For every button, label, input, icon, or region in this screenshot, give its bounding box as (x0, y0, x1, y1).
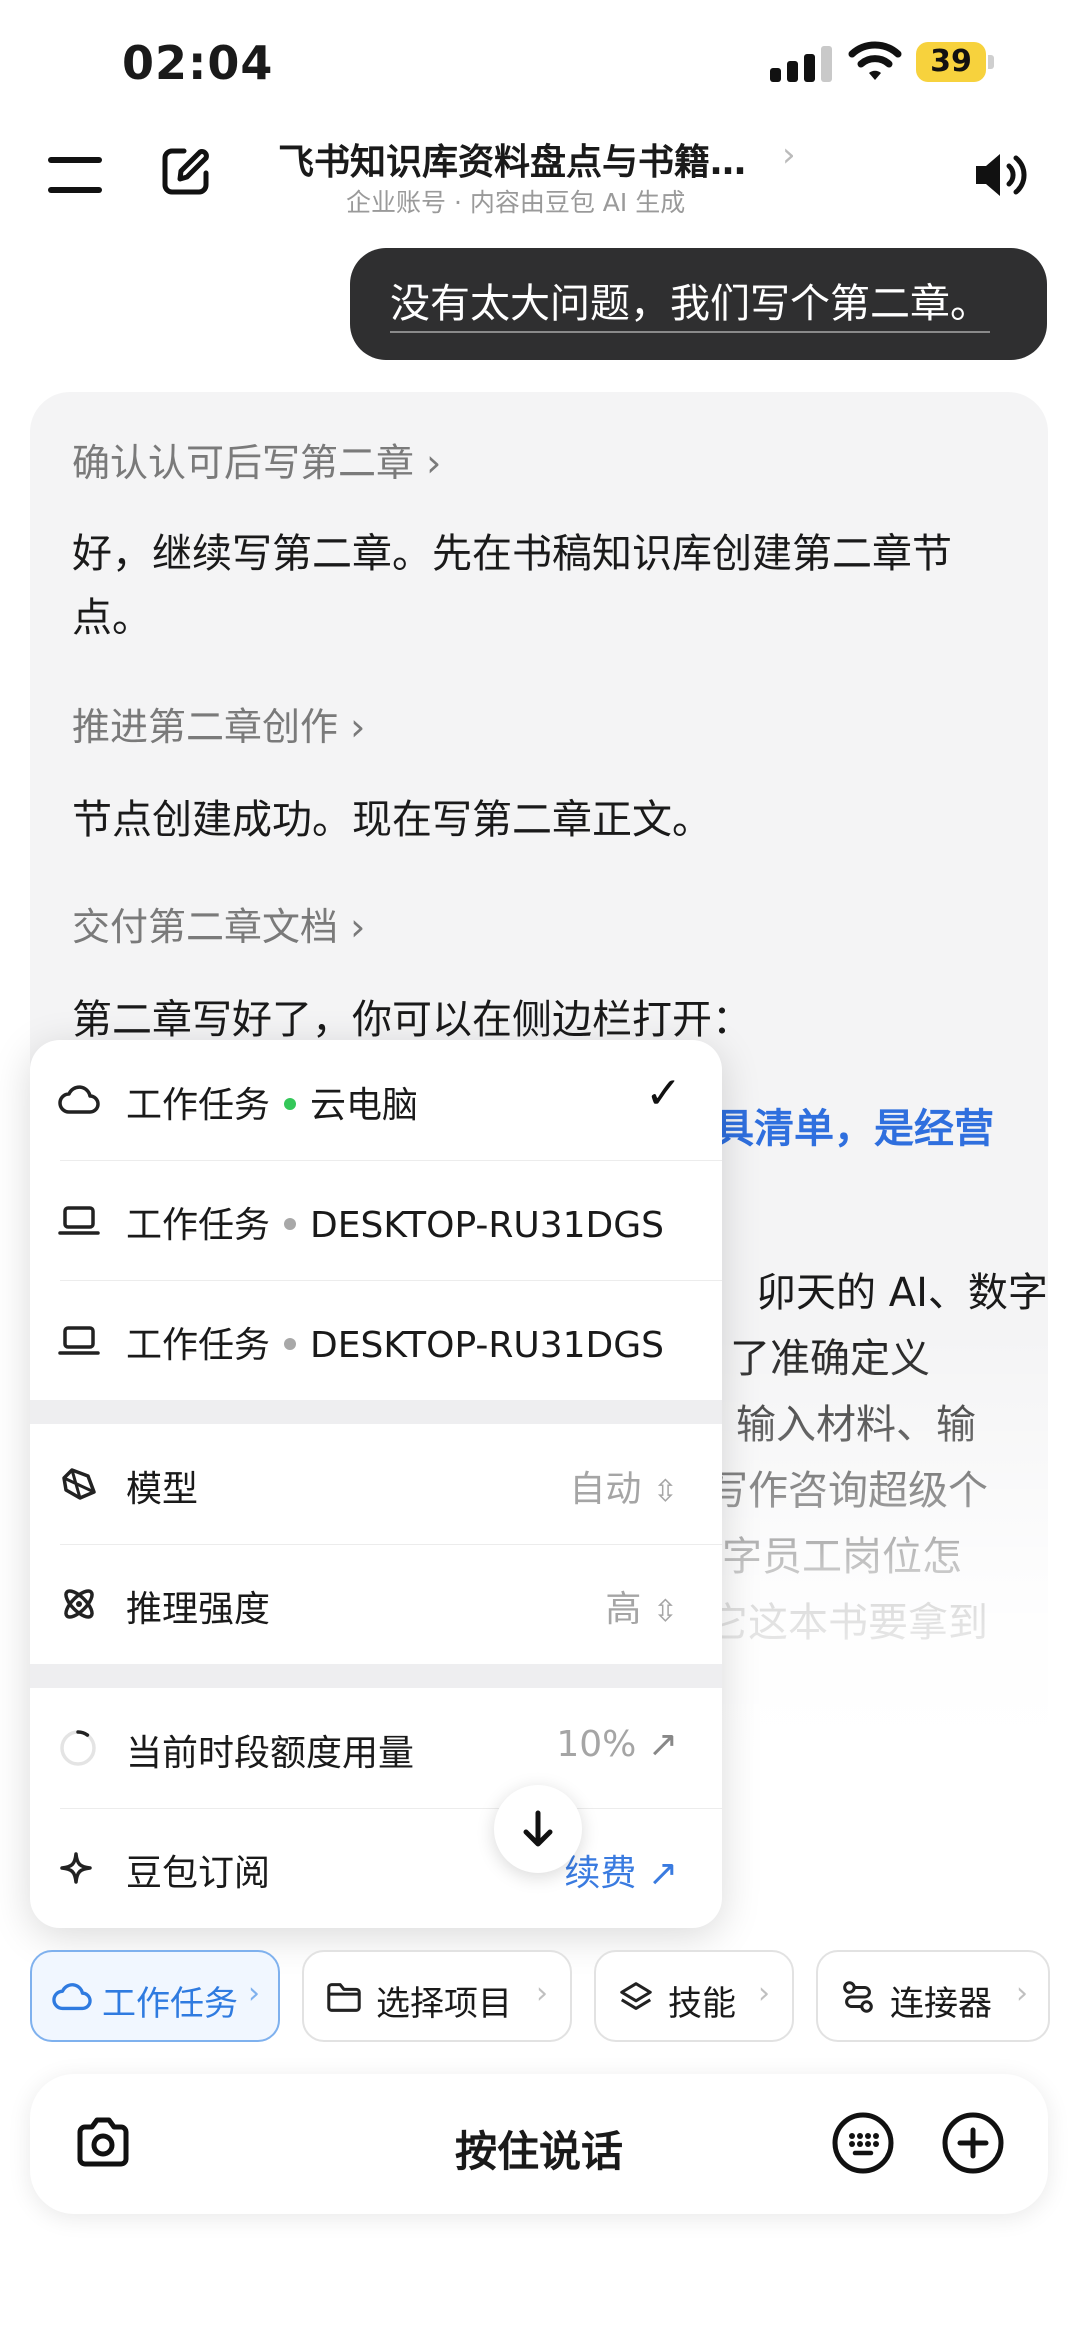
tool-chips: 工作任务 › 选择项目 › 技能 › 连接器 › (30, 1950, 1080, 2042)
arrow-down-icon (523, 1810, 553, 1847)
chip-label: 技能 (668, 1984, 736, 2024)
cloud-icon (58, 1080, 100, 1120)
conversation-title[interactable]: 飞书知识库资料盘点与书籍… (278, 133, 746, 185)
document-link[interactable]: 具清单，是经营 (714, 1096, 994, 1154)
ai-text-line: 了准确定义 (730, 1336, 930, 1382)
chevron-right-icon: › (1016, 1976, 1028, 2011)
workspace-label: 工作任务 (126, 1085, 271, 1126)
status-time: 02:04 (122, 36, 274, 90)
model-settings-group: 模型 自动 ⇳ 推理强度 高 ⇳ (30, 1424, 722, 1664)
chip-label: 工作任务 (102, 1984, 238, 2024)
chip-skills[interactable]: 技能 › (594, 1950, 794, 2042)
chevron-right-icon: › (758, 1976, 770, 2011)
usage-progress-icon (58, 1728, 100, 1768)
chip-select-project[interactable]: 选择项目 › (302, 1950, 572, 2042)
workspace-popover: 工作任务 云电脑 ✓ 工作任务 DESKTOP-RU31DGS 工作任务 DESKTO… (30, 1040, 722, 1928)
external-arrow-icon: ↗ (647, 1724, 678, 1765)
chevron-updown-icon: ⇳ (652, 1594, 678, 1629)
chevron-right-icon: › (248, 1976, 260, 2011)
offline-status-dot (284, 1218, 297, 1230)
status-bar: 02:04 39 (0, 0, 1080, 130)
model-label: 模型 (126, 1469, 199, 1510)
ai-paragraph: 好，继续写第二章。先在书稿知识库创建第二章节点。 (72, 531, 952, 641)
check-icon: ✓ (645, 1068, 682, 1119)
plus-icon[interactable] (940, 2110, 1006, 2176)
ai-text-line: 写作咨询超级个 (708, 1468, 988, 1514)
usage-label: 当前时段额度用量 (126, 1733, 415, 1774)
signal-icon (770, 46, 834, 82)
external-arrow-icon: ↗ (647, 1853, 678, 1894)
online-status-dot (284, 1098, 297, 1110)
model-setting[interactable]: 模型 自动 ⇳ (30, 1424, 722, 1544)
workspace-target: DESKTOP-RU31DGS (310, 1325, 665, 1366)
scroll-to-bottom-button[interactable] (494, 1785, 582, 1873)
ai-text-line: 输入材料、输 (736, 1402, 976, 1448)
ai-paragraph: 节点创建成功。现在写第二章正文。 (72, 797, 712, 843)
ai-text-line: 它这本书要拿到 (708, 1600, 988, 1646)
keyboard-icon[interactable] (830, 2110, 896, 2176)
model-value: 自动 (569, 1469, 642, 1510)
user-message-bubble[interactable]: 没有太大问题，我们写个第二章。 (350, 248, 1047, 360)
step-advance-chapter-two[interactable]: 推进第二章创作 › (72, 696, 365, 751)
cloud-icon (52, 1983, 92, 2011)
workspace-target: DESKTOP-RU31DGS (310, 1205, 665, 1246)
conversation-subtitle: 企业账号 · 内容由豆包 AI 生成 (346, 188, 686, 217)
edit-icon[interactable] (158, 143, 214, 199)
speaker-icon[interactable] (972, 147, 1032, 203)
laptop-icon (58, 1200, 100, 1240)
user-message-text: 没有太大问题，我们写个第二章。 (390, 281, 990, 333)
step-deliver-chapter-two[interactable]: 交付第二章文档 › (72, 896, 365, 951)
reasoning-icon (58, 1584, 100, 1624)
input-bar: 按住说话 (30, 2074, 1048, 2214)
subscription-label: 豆包订阅 (126, 1853, 271, 1894)
reasoning-label: 推理强度 (126, 1589, 271, 1630)
workspace-option-cloud[interactable]: 工作任务 云电脑 ✓ (30, 1040, 722, 1160)
menu-icon[interactable] (48, 153, 102, 197)
connector-icon (843, 1981, 873, 2013)
wifi-icon (848, 40, 902, 82)
ai-text-line: 字员工岗位怎 (722, 1534, 962, 1580)
layers-icon (620, 1982, 652, 2010)
battery-icon: 39 (916, 42, 994, 82)
chip-work-task[interactable]: 工作任务 › (30, 1950, 280, 2042)
workspace-target: 云电脑 (310, 1085, 419, 1126)
workspace-group: 工作任务 云电脑 ✓ 工作任务 DESKTOP-RU31DGS 工作任务 DESKTO… (30, 1040, 722, 1400)
workspace-option-desktop-2[interactable]: 工作任务 DESKTOP-RU31DGS (30, 1280, 722, 1400)
ai-text-line: 卯天的 AI、数字 (756, 1270, 1048, 1316)
chevron-updown-icon: ⇳ (652, 1474, 678, 1509)
offline-status-dot (284, 1338, 297, 1350)
workspace-label: 工作任务 (126, 1325, 271, 1366)
folder-icon (327, 1983, 361, 2012)
usage-row[interactable]: 当前时段额度用量 10% ↗ (30, 1688, 722, 1808)
usage-value: 10% (556, 1724, 637, 1765)
workspace-label: 工作任务 (126, 1205, 271, 1246)
reasoning-value: 高 (605, 1589, 642, 1630)
laptop-icon (58, 1320, 100, 1360)
step-confirm-chapter-two[interactable]: 确认认可后写第二章 › (72, 432, 441, 487)
workspace-option-desktop-1[interactable]: 工作任务 DESKTOP-RU31DGS (30, 1160, 722, 1280)
chip-label: 选择项目 (376, 1984, 512, 2024)
battery-level: 39 (916, 42, 986, 82)
subscription-row[interactable]: 豆包订阅 续费 ↗ (30, 1808, 722, 1928)
ai-text-line: 没问题的话我 (726, 1774, 966, 1820)
chip-label: 连接器 (890, 1984, 992, 2024)
chip-connectors[interactable]: 连接器 › (816, 1950, 1050, 2042)
usage-group: 当前时段额度用量 10% ↗ 豆包订阅 续费 ↗ (30, 1688, 722, 1928)
chat-header: 飞书知识库资料盘点与书籍… › 企业账号 · 内容由豆包 AI 生成 (0, 125, 1080, 235)
title-chevron-icon[interactable]: › (782, 135, 796, 175)
chevron-right-icon: › (536, 1976, 548, 2011)
sparkle-icon (58, 1848, 100, 1888)
reasoning-setting[interactable]: 推理强度 高 ⇳ (30, 1544, 722, 1664)
model-icon (58, 1464, 100, 1504)
